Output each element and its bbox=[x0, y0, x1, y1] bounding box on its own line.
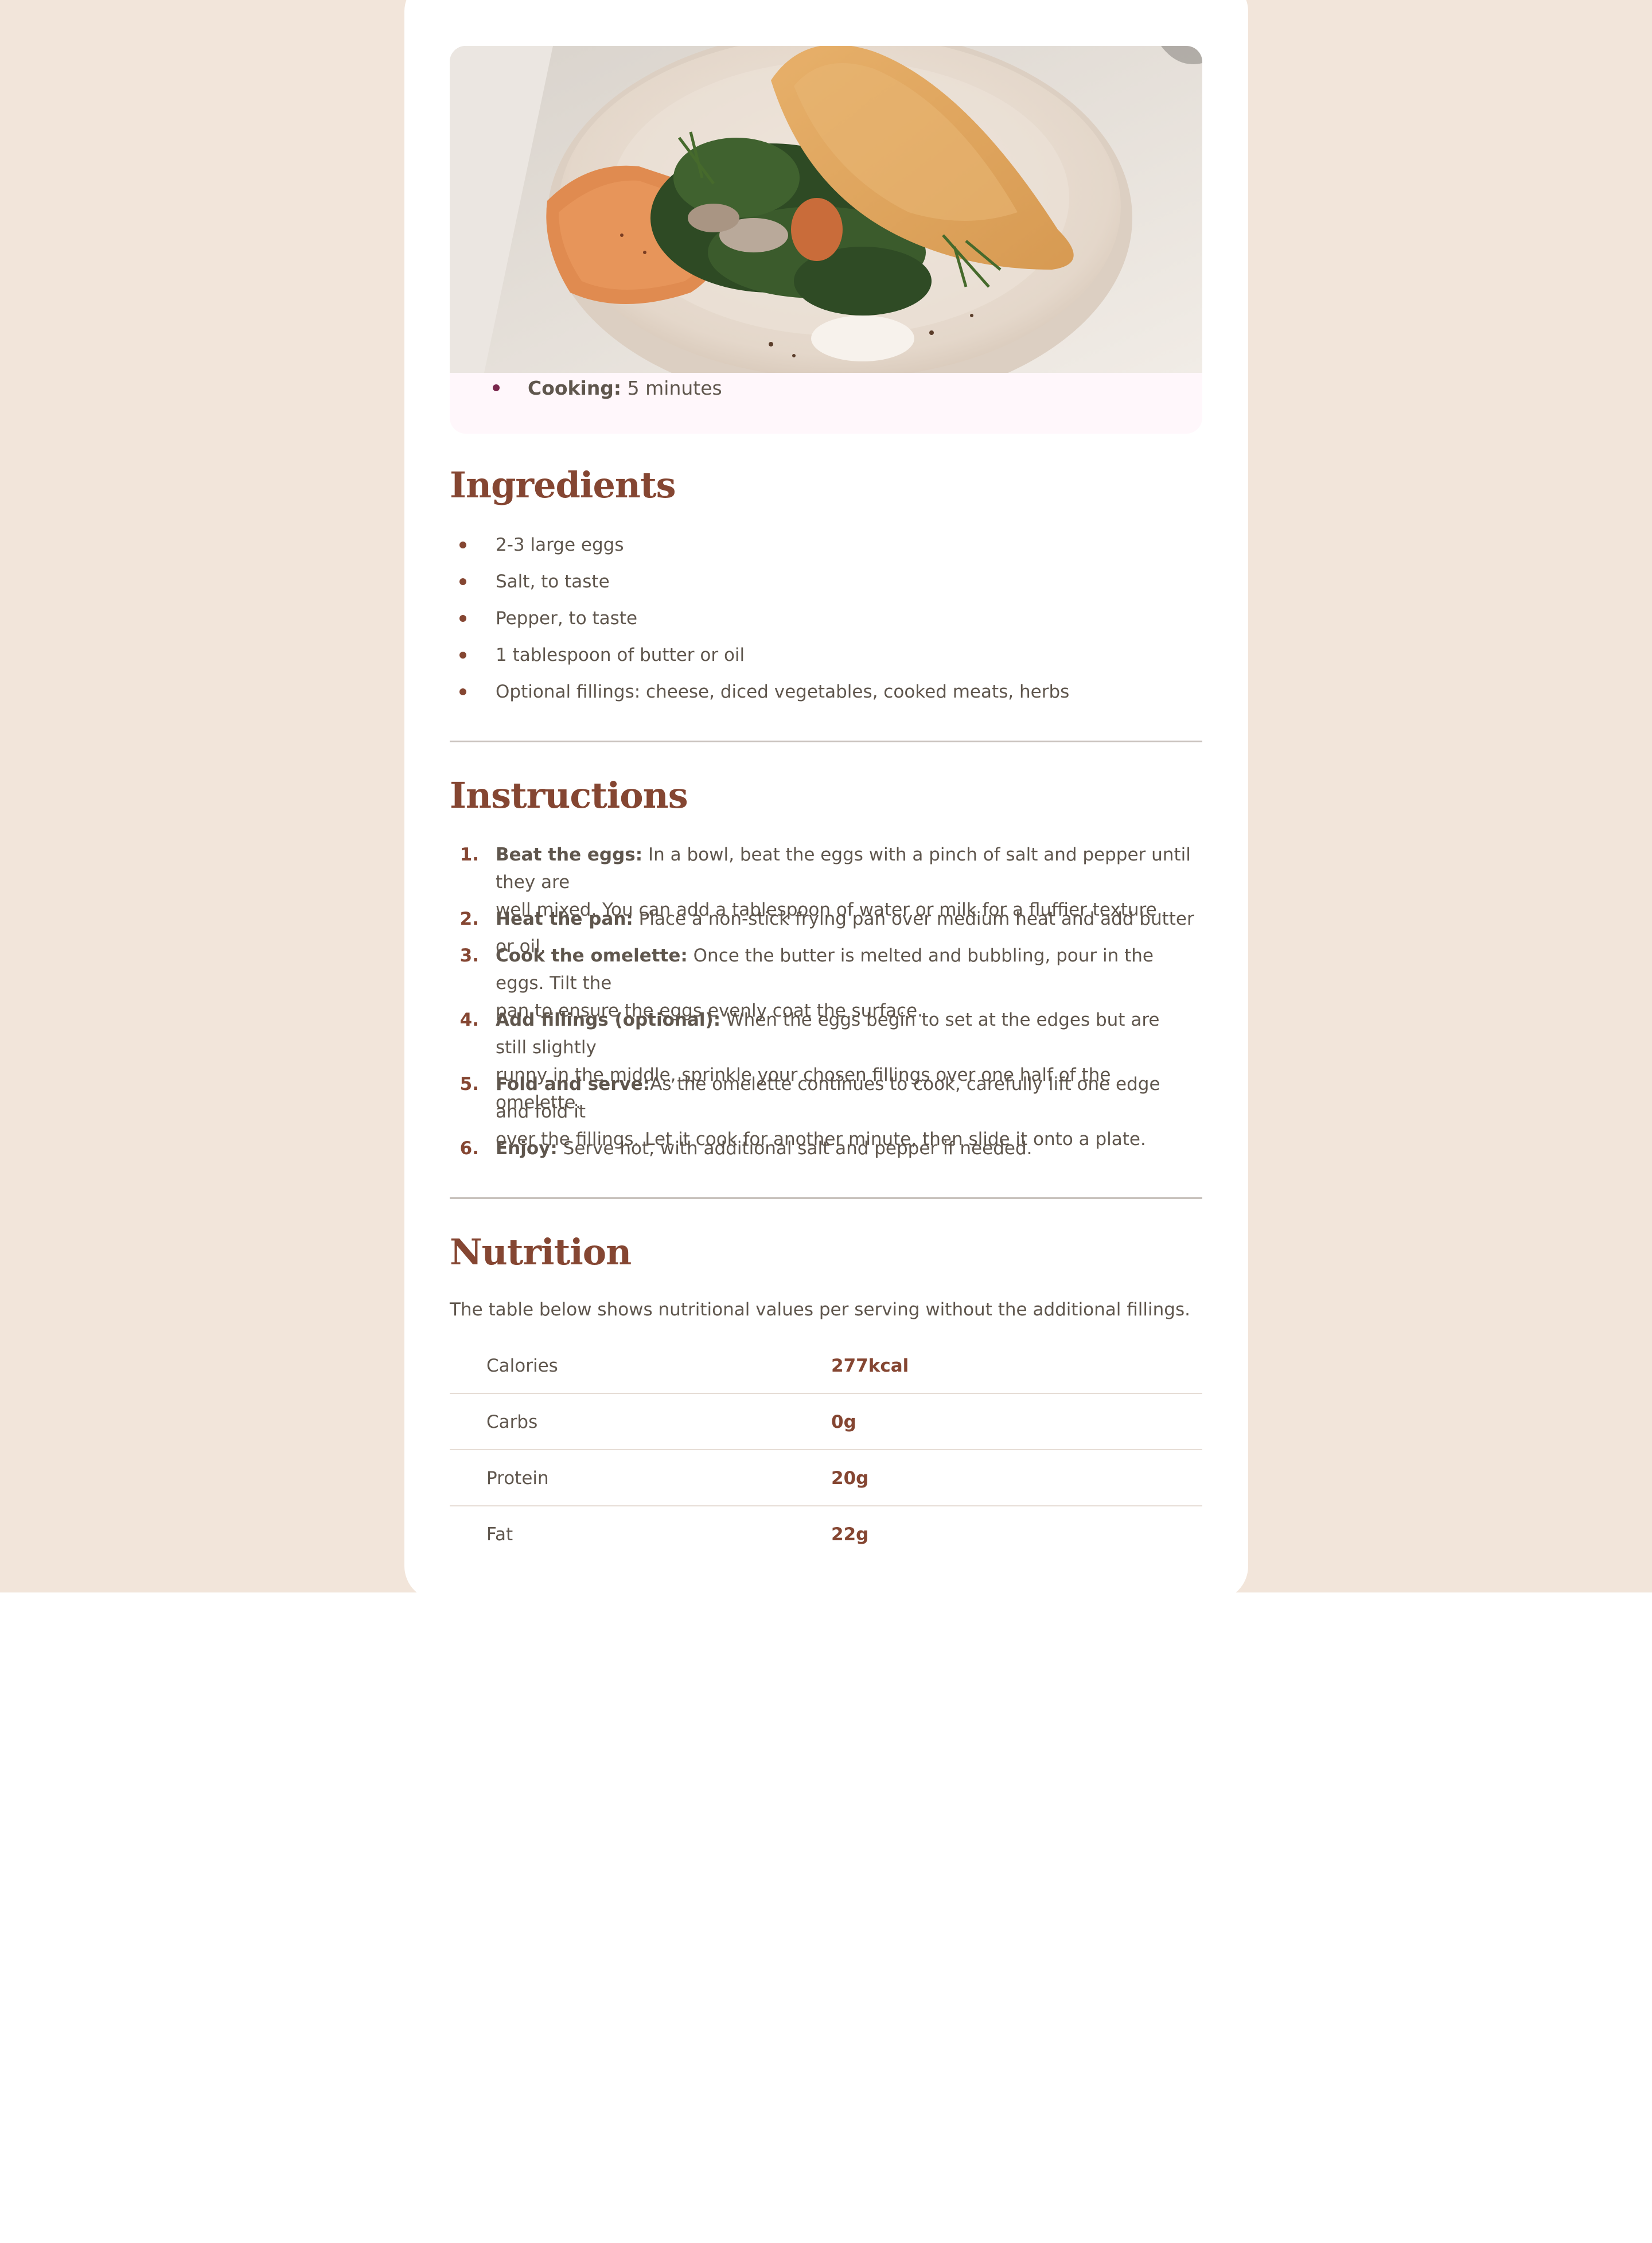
nutrition-label: Carbs bbox=[486, 1412, 538, 1432]
prep-item-cooking: Cooking: 5 minutes bbox=[528, 376, 722, 400]
list-bullet bbox=[459, 542, 466, 548]
ingredient-item: 1 tablespoon of butter or oil bbox=[496, 645, 745, 665]
list-bullet bbox=[459, 578, 466, 585]
nutrition-label: Protein bbox=[486, 1468, 549, 1489]
step-title: Fold and serve: bbox=[496, 1074, 650, 1095]
step-title: Cook the omelette: bbox=[496, 945, 688, 966]
nutrition-intro: The table below shows nutritional values… bbox=[450, 1299, 1190, 1320]
nutrition-value: 0g bbox=[831, 1412, 856, 1432]
ingredient-item: 2-3 large eggs bbox=[496, 535, 624, 555]
step-title: Beat the eggs: bbox=[496, 844, 643, 865]
step-number: 2. bbox=[459, 909, 479, 929]
step-number: 5. bbox=[459, 1074, 479, 1095]
nutrition-value: 20g bbox=[831, 1468, 869, 1489]
section-divider bbox=[450, 1197, 1202, 1199]
nutrition-label: Fat bbox=[486, 1524, 513, 1545]
step-title: Add fillings (optional): bbox=[496, 1010, 721, 1030]
step-number: 4. bbox=[459, 1010, 479, 1030]
step-number: 1. bbox=[459, 844, 479, 865]
ingredient-item: Optional fillings: cheese, diced vegetab… bbox=[496, 682, 1070, 702]
nutrition-value: 277kcal bbox=[831, 1356, 909, 1376]
step-text: Serve hot, with additional salt and pepp… bbox=[557, 1138, 1032, 1159]
prep-item-value: 5 minutes bbox=[627, 377, 722, 399]
ingredients-heading: Ingredients bbox=[450, 464, 676, 506]
nutrition-row: Carbs 0g bbox=[450, 1394, 1202, 1450]
nutrition-label: Calories bbox=[486, 1356, 558, 1376]
section-divider bbox=[450, 741, 1202, 742]
nutrition-row: Fat 22g bbox=[450, 1506, 1202, 1563]
list-bullet bbox=[459, 688, 466, 695]
nutrition-value: 22g bbox=[831, 1524, 869, 1545]
instruction-step: Enjoy: Serve hot, with additional salt a… bbox=[496, 1135, 1195, 1162]
step-number: 3. bbox=[459, 945, 479, 966]
list-bullet bbox=[493, 384, 500, 391]
list-bullet bbox=[459, 615, 466, 622]
prep-item-label: Cooking: bbox=[528, 377, 622, 399]
nutrition-row: Protein 20g bbox=[450, 1450, 1202, 1506]
ingredient-item: Pepper, to taste bbox=[496, 608, 638, 629]
list-bullet bbox=[459, 652, 466, 659]
step-title: Enjoy: bbox=[496, 1138, 558, 1159]
ingredient-item: Salt, to taste bbox=[496, 571, 610, 592]
instructions-heading: Instructions bbox=[450, 774, 688, 816]
nutrition-heading: Nutrition bbox=[450, 1231, 632, 1273]
nutrition-row: Calories 277kcal bbox=[450, 1338, 1202, 1394]
step-title: Heat the pan: bbox=[496, 909, 633, 929]
omelette-photo bbox=[450, 46, 1202, 373]
omelette-photo-icon bbox=[450, 46, 1202, 373]
step-number: 6. bbox=[459, 1138, 479, 1159]
